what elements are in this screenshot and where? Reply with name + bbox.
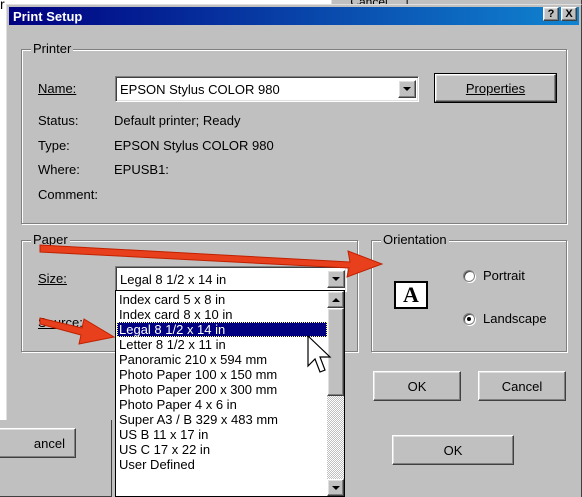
- list-item-selected[interactable]: Legal 8 1/2 x 14 in: [117, 322, 327, 337]
- paper-size-select[interactable]: Legal 8 1/2 x 14 in: [115, 266, 347, 292]
- list-item[interactable]: Photo Paper 200 x 300 mm: [117, 382, 327, 397]
- close-button[interactable]: X: [561, 7, 577, 21]
- list-item[interactable]: US C 17 x 22 in: [117, 442, 327, 457]
- scroll-thumb[interactable]: [327, 308, 344, 396]
- portrait-radio[interactable]: Portrait: [463, 268, 525, 284]
- orientation-preview-icon: A: [394, 281, 428, 309]
- type-label: Type:: [38, 138, 70, 153]
- printer-group-label: Printer: [31, 41, 74, 56]
- paper-group-label: Paper: [31, 232, 70, 247]
- chevron-up-icon: [331, 297, 340, 302]
- help-button[interactable]: ?: [543, 7, 559, 21]
- dropdown-scrollbar[interactable]: [327, 291, 344, 496]
- paper-size-dropdown-button[interactable]: [327, 270, 345, 288]
- ok-button[interactable]: OK: [373, 371, 461, 401]
- paper-size-dropdown-list: Index card 5 x 8 in Index card 8 x 10 in…: [115, 290, 345, 497]
- list-item[interactable]: Panoramic 210 x 594 mm: [117, 352, 327, 367]
- landscape-radio[interactable]: Landscape: [463, 311, 547, 327]
- printer-name-dropdown-button[interactable]: [398, 80, 416, 98]
- paper-size-value: Legal 8 1/2 x 14 in: [120, 271, 227, 287]
- title-bar: Print Setup: [9, 7, 579, 25]
- scroll-up-button[interactable]: [327, 291, 344, 308]
- printer-name-value: EPSON Stylus COLOR 980: [120, 81, 280, 97]
- chevron-down-icon: [331, 485, 340, 490]
- printer-name-select[interactable]: EPSON Stylus COLOR 980: [115, 76, 419, 102]
- list-item[interactable]: Photo Paper 4 x 6 in: [117, 397, 327, 412]
- status-value: Default printer; Ready: [114, 113, 241, 128]
- ok-button-secondary[interactable]: OK: [392, 435, 514, 465]
- orientation-group-label: Orientation: [381, 232, 449, 247]
- properties-button[interactable]: Properties: [434, 73, 557, 103]
- source-label: Source:: [38, 315, 83, 330]
- list-item[interactable]: Letter 8 1/2 x 11 in: [117, 337, 327, 352]
- help-icon: ?: [547, 8, 555, 20]
- background-text-fragment: r: [0, 0, 5, 12]
- chevron-down-icon: [403, 87, 411, 91]
- chevron-down-icon: [332, 277, 340, 281]
- background-cancel-button-left[interactable]: ancel: [0, 428, 76, 458]
- list-item[interactable]: Photo Paper 100 x 150 mm: [117, 367, 327, 382]
- dialog-title: Print Setup: [13, 8, 83, 24]
- name-label: Name:: [38, 81, 77, 96]
- scroll-down-button[interactable]: [327, 479, 344, 496]
- cancel-button[interactable]: Cancel: [478, 371, 566, 401]
- type-value: EPSON Stylus COLOR 980: [114, 138, 274, 153]
- paper-size-options: Index card 5 x 8 in Index card 8 x 10 in…: [117, 292, 327, 472]
- status-label: Status:: [38, 113, 79, 128]
- where-label: Where:: [38, 162, 80, 177]
- list-item[interactable]: US B 11 x 17 in: [117, 427, 327, 442]
- list-item[interactable]: User Defined: [117, 457, 327, 472]
- list-item[interactable]: Index card 8 x 10 in: [117, 307, 327, 322]
- close-icon: X: [565, 8, 573, 20]
- radio-icon: [463, 270, 475, 282]
- comment-label: Comment:: [38, 187, 98, 202]
- size-label: Size:: [38, 271, 67, 286]
- list-item[interactable]: Super A3 / B 329 x 483 mm: [117, 412, 327, 427]
- list-item[interactable]: Index card 5 x 8 in: [117, 292, 327, 307]
- radio-selected-icon: [463, 313, 475, 325]
- where-value: EPUSB1:: [114, 162, 169, 177]
